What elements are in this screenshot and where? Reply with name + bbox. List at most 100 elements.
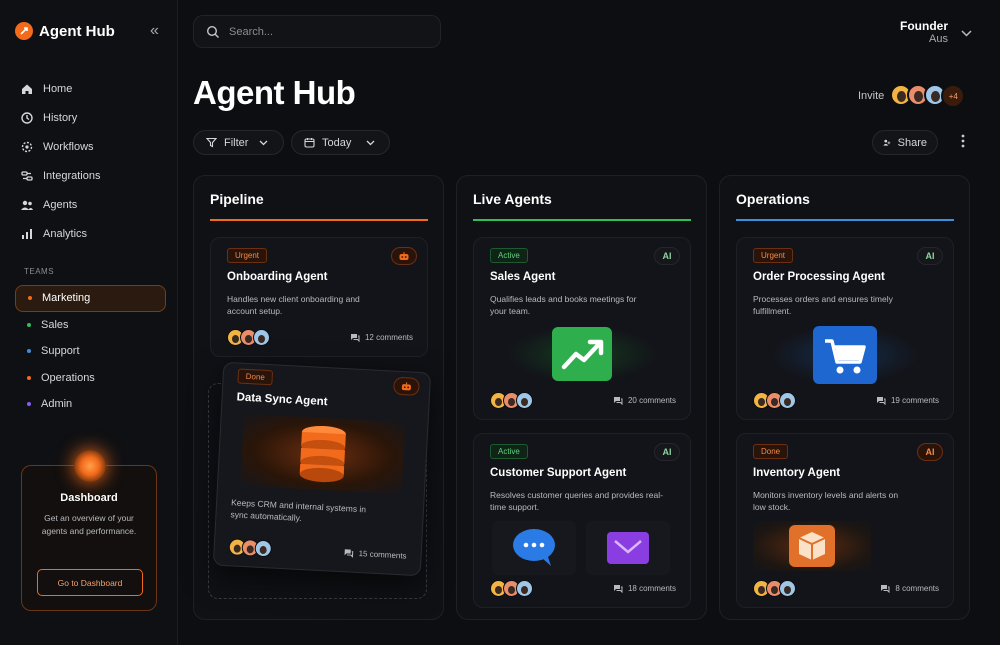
nav-item-workflows[interactable]: Workflows (20, 132, 170, 161)
chevron-down-icon[interactable] (961, 26, 972, 40)
agent-card-customer-support[interactable]: Active AI Customer Support Agent Resolve… (473, 433, 691, 608)
comments-count[interactable]: 15 comments (343, 548, 407, 561)
database-icon (299, 425, 346, 483)
agent-card-order-processing[interactable]: Urgent AI Order Processing Agent Process… (736, 237, 954, 420)
go-to-dashboard-button[interactable]: Go to Dashboard (37, 569, 143, 596)
agent-card-inventory[interactable]: Done AI Inventory Agent Monitors invento… (736, 433, 954, 608)
assignee-avatars (753, 580, 796, 597)
team-dot (27, 349, 31, 354)
assignee-avatars (753, 392, 796, 409)
column-underline (736, 219, 954, 221)
team-dot (27, 402, 31, 407)
teams-list: Marketing Sales Support Operations Admin (15, 285, 166, 418)
comments-count[interactable]: 20 comments (613, 396, 676, 405)
nav-item-integrations[interactable]: Integrations (20, 161, 170, 190)
column-title: Pipeline (210, 191, 264, 207)
agent-card-sales[interactable]: Active AI Sales Agent Qualifies leads an… (473, 237, 691, 420)
nav-item-history[interactable]: History (20, 103, 170, 132)
nav-label: Agents (43, 198, 78, 211)
comment-icon (350, 334, 360, 342)
comments-count[interactable]: 18 comments (613, 584, 676, 593)
invite-group[interactable]: Invite +4 (858, 84, 966, 108)
promo-title: Dashboard (60, 492, 118, 504)
promo-description: Get an overview of your agents and perfo… (41, 513, 137, 536)
card-description: Qualifies leads and books meetings for y… (490, 294, 637, 316)
sidebar: Agent Hub « Home History Workflows Integ… (0, 0, 178, 645)
status-badge: Done (753, 444, 789, 459)
card-footer: 19 comments (753, 392, 939, 409)
integrations-icon (21, 170, 33, 181)
more-options-icon[interactable] (958, 134, 968, 148)
home-icon (22, 84, 32, 94)
robot-icon (391, 247, 417, 265)
dashboard-promo-card: Dashboard Get an overview of your agents… (21, 450, 157, 611)
nav-label: Workflows (43, 140, 94, 153)
status-badge: Active (490, 444, 528, 459)
filter-icon (206, 137, 217, 148)
comments-count[interactable]: 8 comments (880, 584, 939, 593)
calendar-icon (304, 138, 315, 148)
team-label: Support (41, 345, 80, 358)
team-dot (27, 375, 31, 380)
team-label: Admin (41, 398, 73, 411)
team-label: Sales (41, 318, 69, 331)
package-box-icon (789, 525, 835, 567)
inventory-illustration (753, 521, 871, 571)
assignee-avatars (490, 392, 533, 409)
filter-label: Filter (224, 136, 249, 149)
search-input[interactable] (229, 25, 419, 38)
avatar (253, 329, 270, 346)
nav-label: History (43, 111, 78, 124)
status-badge: Active (490, 248, 528, 263)
collapse-sidebar-icon[interactable]: « (150, 22, 159, 40)
nav-label: Integrations (43, 169, 101, 182)
agents-icon (21, 200, 33, 210)
live-agents-column: Live Agents Active AI Sales Agent Qualif… (456, 175, 707, 620)
comment-icon (344, 549, 354, 558)
cart-illustration (770, 326, 920, 384)
chevron-down-icon (259, 140, 268, 145)
nav-item-analytics[interactable]: Analytics (20, 219, 170, 248)
share-label: Share (897, 136, 927, 149)
database-illustration (240, 413, 406, 495)
share-button[interactable]: Share (872, 130, 938, 155)
agent-card-data-sync[interactable]: Done Data Sync Agent Keeps CRM and inter… (212, 361, 432, 577)
card-description: Processes orders and ensures timely fulf… (753, 294, 893, 316)
filter-button[interactable]: Filter (193, 130, 284, 155)
comments-count[interactable]: 19 comments (876, 396, 939, 405)
avatar (779, 392, 796, 409)
team-dot (27, 322, 31, 327)
team-item-support[interactable]: Support (15, 338, 166, 365)
agent-card-onboarding[interactable]: Urgent Onboarding Agent Handles new clie… (210, 237, 428, 357)
ai-badge: AI (917, 443, 943, 461)
chevron-down-icon (366, 140, 375, 145)
card-description: Resolves customer queries and provides r… (490, 490, 663, 512)
user-menu[interactable]: Founder Aus (890, 19, 948, 45)
ai-badge: AI (654, 443, 680, 461)
nav-item-agents[interactable]: Agents (20, 190, 170, 219)
card-title: Data Sync Agent (236, 391, 328, 409)
logo-icon (15, 22, 33, 40)
card-description: Monitors inventory levels and alerts on … (753, 490, 899, 512)
nav-label: Analytics (43, 227, 88, 240)
avatar (516, 580, 533, 597)
nav-item-home[interactable]: Home (20, 74, 170, 103)
team-item-operations[interactable]: Operations (15, 365, 166, 392)
more-members-badge[interactable]: +4 (941, 84, 966, 108)
avatar (516, 392, 533, 409)
team-item-marketing[interactable]: Marketing (15, 285, 166, 312)
shopping-cart-icon (813, 326, 877, 384)
team-item-admin[interactable]: Admin (15, 391, 166, 418)
assignee-avatars (228, 538, 273, 558)
card-footer: 12 comments (227, 329, 413, 346)
date-range-button[interactable]: Today (291, 130, 390, 155)
member-avatars: +4 (890, 84, 966, 108)
app-logo[interactable]: Agent Hub (15, 22, 115, 40)
comments-count[interactable]: 12 comments (350, 333, 413, 342)
chat-illustration (492, 521, 576, 575)
operations-column: Operations Urgent AI Order Processing Ag… (719, 175, 970, 620)
team-item-sales[interactable]: Sales (15, 312, 166, 339)
ai-badge: AI (654, 247, 680, 265)
search-bar (193, 15, 441, 48)
comment-icon (613, 585, 623, 593)
